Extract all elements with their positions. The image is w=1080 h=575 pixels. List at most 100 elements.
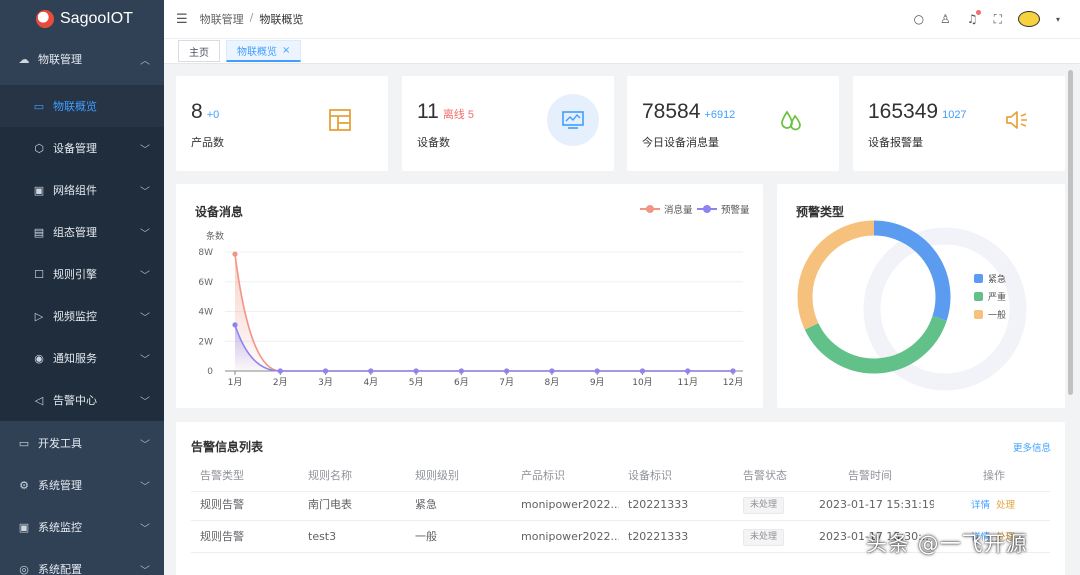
cell-level: 一般 xyxy=(415,530,437,543)
alert-list-title: 告警信息列表 xyxy=(191,440,264,454)
data-point[interactable] xyxy=(549,368,555,374)
top-header: ☰ 物联管理 / 物联概览 ○ ♙ ♫ ⛶ ▾ xyxy=(164,0,1080,38)
y-tick-label: 2W xyxy=(198,337,213,347)
stat-value: 78584 +6912 xyxy=(642,100,736,123)
stat-offline: 离线 5 xyxy=(442,109,474,121)
legend-item-messages[interactable]: 消息量 xyxy=(640,202,693,216)
legend-label[interactable]: 严重 xyxy=(988,291,1006,303)
data-point[interactable] xyxy=(594,368,600,374)
data-point[interactable] xyxy=(730,368,736,374)
sidebar-item-label: 系统管理 xyxy=(38,479,82,492)
column-header: 规则名称 xyxy=(308,469,352,482)
stat-card-messages: 78584 +6912 今日设备消息量 xyxy=(627,76,839,171)
data-point[interactable] xyxy=(368,368,374,374)
stat-value: 11 离线 5 xyxy=(417,100,474,123)
stat-card-products: 8 +0 产品数 xyxy=(176,76,388,171)
speaker-icon: ◁ xyxy=(34,393,44,407)
legend-label[interactable]: 紧急 xyxy=(988,273,1006,285)
sidebar-item[interactable]: ☐ 规则引擎 ﹀ xyxy=(0,253,164,295)
handle-link[interactable]: 处理 xyxy=(996,500,1015,511)
fullscreen-icon[interactable]: ⛶ xyxy=(994,12,1002,27)
sidebar-item[interactable]: ▣ 系统监控 ﹀ xyxy=(0,506,164,548)
x-tick-label: 11月 xyxy=(678,377,698,388)
breadcrumb: 物联管理 / 物联概览 xyxy=(200,11,304,27)
cell-time: 2023-01-17 15:31:19 xyxy=(819,498,934,511)
x-tick-label: 10月 xyxy=(632,377,652,388)
sidebar-item-label: 组态管理 xyxy=(53,226,97,239)
chevron-down-icon[interactable]: ▾ xyxy=(1056,15,1060,24)
monitor-screen-icon: ▣ xyxy=(18,520,30,534)
data-point[interactable] xyxy=(639,368,646,374)
sidebar-item[interactable]: ⚙ 系统管理 ﹀ xyxy=(0,464,164,506)
tab-overview[interactable]: 物联概览 × xyxy=(226,40,302,62)
sidebar-item[interactable]: ⬡ 设备管理 ﹀ xyxy=(0,127,164,169)
data-point[interactable] xyxy=(232,322,238,328)
tab-home[interactable]: 主页 xyxy=(178,40,220,62)
cell-device: t20221333 xyxy=(628,498,689,511)
status-badge: 未处理 xyxy=(743,496,785,514)
x-tick-label: 3月 xyxy=(318,377,333,388)
broadcast-icon: ◉ xyxy=(34,351,44,365)
header-toolbar: ○ ♙ ♫ ⛶ ▾ xyxy=(914,0,1060,38)
scrollbar[interactable] xyxy=(1068,70,1073,395)
sidebar-item[interactable]: ▭ 开发工具 ﹀ xyxy=(0,422,164,464)
legend-label[interactable]: 一般 xyxy=(988,309,1006,321)
monitor-icon: ▭ xyxy=(33,99,45,113)
legend-item-alerts[interactable]: 预警量 xyxy=(697,202,750,216)
cell-device: t20221333 xyxy=(628,530,689,543)
close-icon[interactable]: × xyxy=(282,45,290,56)
data-point[interactable] xyxy=(322,368,329,374)
sidebar-item[interactable]: ▤ 组态管理 ﹀ xyxy=(0,211,164,253)
x-tick-label: 7月 xyxy=(499,377,514,388)
sidebar-item[interactable]: ◎ 系统配置 ﹀ xyxy=(0,548,164,575)
column-header: 规则级别 xyxy=(415,469,459,482)
data-point[interactable] xyxy=(458,368,464,374)
device-message-title: 设备消息 xyxy=(195,205,244,219)
cell-rule: test3 xyxy=(308,530,337,543)
data-point[interactable] xyxy=(685,368,691,374)
watermark: 头条 @一飞开源 xyxy=(866,532,1028,556)
action-cell: 详情 处理 xyxy=(971,489,1015,521)
x-tick-label: 8月 xyxy=(545,377,560,388)
chevron-down-icon: ﹀ xyxy=(140,355,150,366)
chevron-down-icon: ﹀ xyxy=(140,229,150,240)
app-name: SagooIOT xyxy=(60,10,133,27)
status-badge: 未处理 xyxy=(743,528,785,546)
sidebar-item[interactable]: ◉ 通知服务 ﹀ xyxy=(0,337,164,379)
sidebar-item[interactable]: ▭ 物联概览 xyxy=(0,85,164,127)
breadcrumb-current: 物联概览 xyxy=(259,13,304,26)
detail-link[interactable]: 详情 xyxy=(971,500,990,511)
cell-type: 规则告警 xyxy=(200,498,244,511)
table-row[interactable]: 规则告警 南门电表 紧急 monipower2022... t20221333 未处理 20… xyxy=(191,489,1050,521)
data-point[interactable] xyxy=(277,368,283,374)
chevron-up-icon: ︿ xyxy=(140,56,150,67)
legend-swatch xyxy=(974,310,983,319)
bell-icon[interactable]: ♫ xyxy=(967,10,981,26)
y-tick-label: 0 xyxy=(207,367,213,377)
search-icon[interactable]: ○ xyxy=(914,12,924,26)
data-point[interactable] xyxy=(413,368,419,374)
more-info-link[interactable]: 更多信息 xyxy=(1013,440,1051,454)
legend-marker xyxy=(640,205,660,213)
sidebar-item[interactable]: ☁ 物联管理 ︿ xyxy=(0,38,164,80)
layout-icon: ▤ xyxy=(33,225,45,239)
legend-marker xyxy=(697,205,717,213)
tab-label: 物联概览 xyxy=(237,47,277,58)
sidebar-item-label: 规则引擎 xyxy=(53,268,97,281)
message-drops-icon xyxy=(781,110,801,131)
data-point[interactable] xyxy=(232,251,238,257)
sidebar-item[interactable]: ▷ 视频监控 ﹀ xyxy=(0,295,164,337)
app-logo[interactable]: SagooIOT xyxy=(0,0,164,38)
x-tick-label: 1月 xyxy=(228,377,243,388)
column-header: 设备标识 xyxy=(628,469,672,482)
hamburger-icon[interactable]: ☰ xyxy=(176,12,188,27)
series-area xyxy=(235,324,733,371)
shirt-icon[interactable]: ♙ xyxy=(940,12,951,26)
sidebar-item[interactable]: ◁ 告警中心 ﹀ xyxy=(0,379,164,421)
data-point[interactable] xyxy=(504,368,510,374)
user-avatar[interactable] xyxy=(1017,11,1040,27)
chevron-down-icon: ﹀ xyxy=(140,271,150,282)
breadcrumb-item[interactable]: 物联管理 xyxy=(200,11,244,27)
sidebar-item[interactable]: ▣ 网络组件 ﹀ xyxy=(0,169,164,211)
x-tick-label: 9月 xyxy=(590,377,605,388)
